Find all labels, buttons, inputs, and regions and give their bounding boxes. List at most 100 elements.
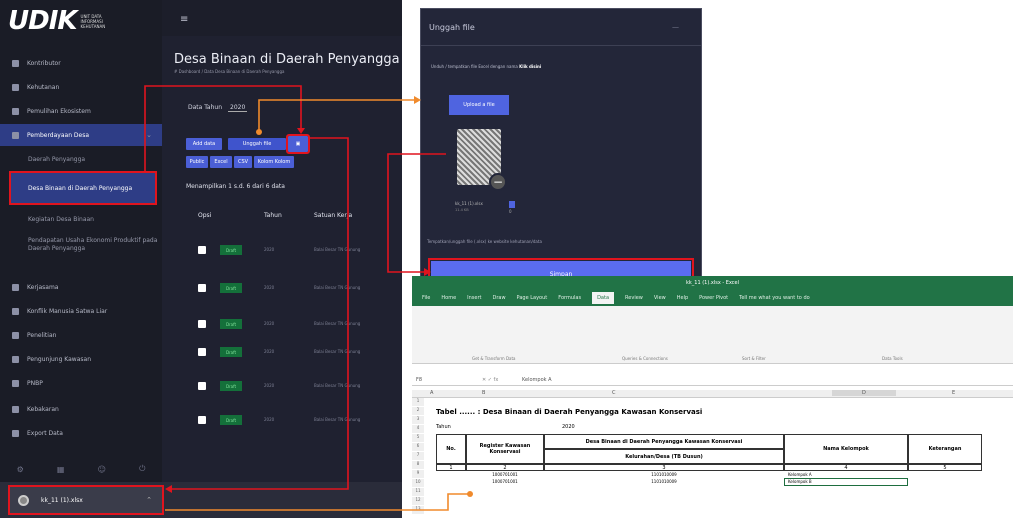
excel-export-button[interactable]: Excel <box>210 156 232 168</box>
hamburger-icon[interactable]: ≡ <box>180 14 188 25</box>
sidebar-item-kebakaran[interactable]: Kebakaran <box>0 398 162 420</box>
upload-file-button[interactable]: Upload a file <box>449 95 509 115</box>
chevron-up-icon[interactable]: ⌃ <box>146 496 152 504</box>
upload-progress-icon <box>509 201 515 208</box>
logout-icon[interactable]: ⏻ <box>139 464 145 474</box>
tab-help[interactable]: Help <box>677 295 688 301</box>
tab-insert[interactable]: Insert <box>467 295 481 301</box>
table-row: Draft 2020 Balai Besar TN Gunung <box>186 346 402 358</box>
sidebar-item-desa-binaan[interactable]: Desa Binaan di Daerah Penyangga <box>9 171 157 205</box>
share-icon <box>12 429 19 437</box>
upload-file-button[interactable]: Unggah file <box>228 138 286 150</box>
status-badge[interactable]: Draft <box>220 319 242 329</box>
status-badge[interactable]: Draft <box>220 283 242 293</box>
downloaded-file-chip[interactable]: kk_11 (1).xlsx ⌃ <box>8 485 164 515</box>
status-badge[interactable]: Draft <box>220 381 242 391</box>
header-keterangan: Keterangan <box>908 434 982 464</box>
csv-export-button[interactable]: CSV <box>234 156 252 168</box>
menu-icon <box>12 59 19 67</box>
tell-me-search[interactable]: Tell me what you want to do <box>739 295 810 301</box>
tab-file[interactable]: File <box>422 295 430 301</box>
cell-desa[interactable]: 1101010009 <box>544 472 784 477</box>
year-filter: Data Tahun 2020 <box>188 104 248 112</box>
cell-kelompok[interactable]: Kelompok A <box>788 472 812 477</box>
column-a[interactable]: A <box>430 390 433 396</box>
year-select[interactable]: 2020 <box>228 104 248 112</box>
excel-ribbon: Get & Transform Data Queries & Connectio… <box>412 306 1013 364</box>
row-checkbox[interactable] <box>198 382 206 390</box>
tab-formulas[interactable]: Formulas <box>558 295 581 301</box>
chevron-down-icon: ⌄ <box>146 131 152 139</box>
status-badge[interactable]: Draft <box>220 347 242 357</box>
tahun-label: Tahun <box>436 424 451 430</box>
row-checkbox[interactable] <box>198 284 206 292</box>
sidebar-item-export[interactable]: Export Data <box>0 422 162 444</box>
column-b[interactable]: B <box>482 390 485 396</box>
sidebar-item-pemulihan[interactable]: Pemulihan Ekosistem <box>0 100 162 122</box>
close-icon[interactable]: — <box>672 23 679 31</box>
sidebar-item-kontributor[interactable]: Kontributor <box>0 52 162 74</box>
worksheet[interactable]: 1 2 3 4 5 6 7 8 9 10 11 12 13 Tabel ....… <box>412 398 1013 518</box>
row-checkbox[interactable] <box>198 416 206 424</box>
table-row: Draft 2020 Balai Besar TN Gunung <box>186 380 402 392</box>
row-checkbox[interactable] <box>198 348 206 356</box>
sidebar-item-kehutanan[interactable]: Kehutanan <box>0 76 162 98</box>
ribbon-group-queries: Queries & Connections <box>622 356 668 361</box>
column-headers: A B C D E <box>412 390 1013 398</box>
tab-review[interactable]: Review <box>625 295 643 301</box>
grid-icon[interactable]: ▦ <box>57 465 65 474</box>
row-checkbox[interactable] <box>198 320 206 328</box>
main-content: ≡ Desa Binaan di Daerah Penyangga # Dash… <box>162 0 402 518</box>
tab-home[interactable]: Home <box>441 295 456 301</box>
menu-icon <box>12 355 19 363</box>
formula-bar: F8 ✕ ✓ fx Kelompok A <box>412 374 1013 386</box>
user-icon[interactable]: ☺ <box>98 465 106 474</box>
sidebar-item-daerah-penyangga[interactable]: Daerah Penyangga <box>0 148 162 170</box>
formula-input[interactable]: Kelompok A <box>522 377 552 383</box>
columns-button[interactable]: Kolom Kolom <box>254 156 294 168</box>
excel-template-button[interactable]: ▣ <box>286 134 310 154</box>
index-cell: 2 <box>466 464 544 471</box>
menu-icon <box>12 307 19 315</box>
tab-view[interactable]: View <box>654 295 666 301</box>
tahun-value: 2020 <box>562 424 575 430</box>
excel-titlebar: kk_11 (1).xlsx - Excel <box>412 276 1013 290</box>
column-header-tahun[interactable]: Tahun <box>264 212 282 219</box>
sidebar-item-kegiatan[interactable]: Kegiatan Desa Binaan <box>0 208 162 230</box>
column-e[interactable]: E <box>952 390 955 396</box>
tab-draw[interactable]: Draw <box>492 295 505 301</box>
sidebar-item-pemberdayaan[interactable]: Pemberdayaan Desa ⌄ <box>0 124 162 146</box>
selected-cell <box>784 478 908 486</box>
template-link[interactable]: Klik disini <box>519 64 541 69</box>
cell-register[interactable]: 1000701001 <box>466 479 544 484</box>
sidebar-item-pnbp[interactable]: PNBP <box>0 372 162 394</box>
public-button[interactable]: Public <box>186 156 208 168</box>
settings-icon[interactable]: ⚙ <box>17 465 24 474</box>
column-header-satuan-kerja[interactable]: Satuan Kerja <box>314 212 352 219</box>
tab-page-layout[interactable]: Page Layout <box>517 295 548 301</box>
sidebar-item-penelitian[interactable]: Penelitian <box>0 324 162 346</box>
sidebar-item-pendapatan[interactable]: Pendapatan Usaha Ekonomi Produktif pada … <box>0 230 162 260</box>
column-d[interactable]: D <box>832 390 896 396</box>
column-header-opsi[interactable]: Opsi <box>198 212 211 219</box>
row-checkbox[interactable] <box>198 246 206 254</box>
tab-power-pivot[interactable]: Power Pivot <box>699 295 728 301</box>
add-data-button[interactable]: Add data <box>186 138 222 150</box>
name-box[interactable]: F8 <box>416 377 422 383</box>
sidebar-item-kerjasama[interactable]: Kerjasama <box>0 276 162 298</box>
cell-register[interactable]: 1000701001 <box>466 472 544 477</box>
sidebar-item-pengunjung[interactable]: Pengunjung Kawasan <box>0 348 162 370</box>
tab-data[interactable]: Data <box>592 292 615 304</box>
table-row: Draft 2020 Balai Besar TN Gunung <box>186 282 402 294</box>
document-icon: − <box>457 129 507 191</box>
ribbon-group-get-data: Get & Transform Data <box>472 356 516 361</box>
cell-desa[interactable]: 1101010009 <box>544 479 784 484</box>
remove-file-icon[interactable]: − <box>489 173 507 191</box>
file-icon: ▣ <box>295 141 301 147</box>
status-badge[interactable]: Draft <box>220 245 242 255</box>
column-c[interactable]: C <box>612 390 616 396</box>
sidebar-item-konflik[interactable]: Konflik Manusia Satwa Liar <box>0 300 162 322</box>
header-desa: Desa Binaan di Daerah Penyangga Kawasan … <box>544 434 784 449</box>
status-badge[interactable]: Draft <box>220 415 242 425</box>
sidebar-footer: ⚙ ▦ ☺ ⏻ <box>0 458 162 480</box>
